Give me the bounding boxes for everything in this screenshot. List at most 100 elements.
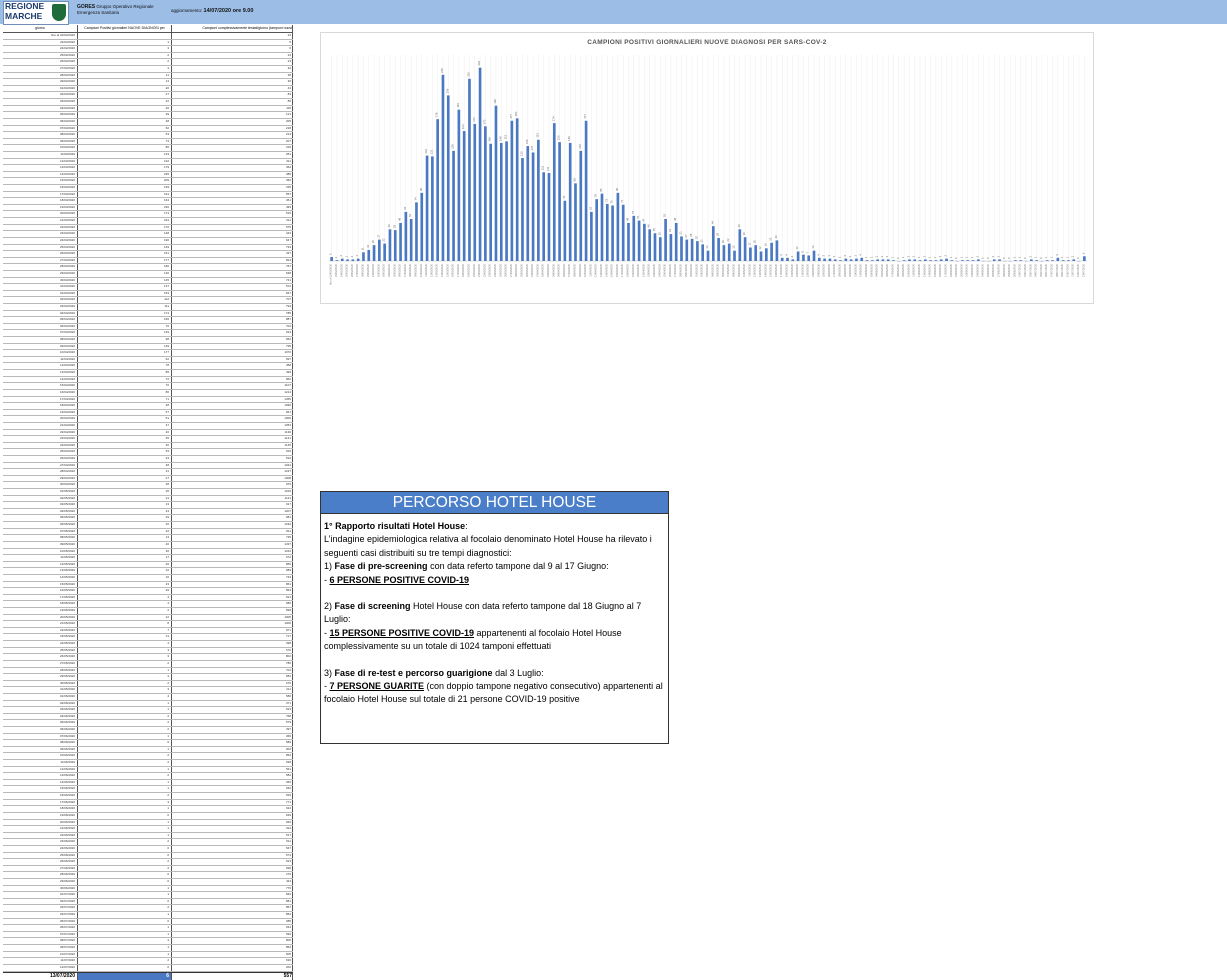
- cell-day: 16/05/2020: [3, 588, 77, 593]
- cell-tests: 584: [172, 674, 291, 679]
- data-label: 0: [981, 257, 985, 259]
- data-label: 27: [684, 234, 688, 238]
- table-row: 20/05/2020121005: [3, 615, 293, 622]
- bar: [405, 212, 408, 261]
- cell-day: 15/03/2020: [3, 178, 77, 183]
- cell-positives: 1: [78, 952, 171, 957]
- bar: [431, 156, 434, 261]
- cell-positives: 0: [78, 899, 171, 904]
- table-row: 09/03/202074207: [3, 139, 293, 146]
- cell-positives: 4: [78, 601, 171, 606]
- cell-day: 13/06/2020: [3, 773, 77, 778]
- data-label: 0: [1007, 257, 1011, 259]
- table-row: 28/05/20201702: [3, 668, 293, 675]
- data-label: 2: [922, 255, 926, 257]
- cell-positives: 179: [78, 165, 171, 170]
- table-row: 25/02/2020224: [3, 53, 293, 60]
- bar: [1046, 260, 1049, 261]
- table-row: 07/04/2020149913: [3, 330, 293, 337]
- table-row: 04/05/2020441207: [3, 509, 293, 516]
- update-info: aggiornamento: 14/07/2020 ore 9.00: [171, 8, 253, 14]
- data-label: 48: [625, 217, 629, 221]
- cell-positives: 3: [78, 46, 171, 51]
- data-label: 30: [657, 232, 661, 236]
- cell-tests: 38: [172, 73, 291, 78]
- cell-tests: 800: [172, 938, 291, 943]
- cell-positives: 2: [78, 727, 171, 732]
- table-row: 02/06/20201371: [3, 701, 293, 708]
- cell-tests: 1044: [172, 463, 291, 468]
- cell-day: 04/07/2020: [3, 912, 77, 917]
- cell-day: 23/02/2020: [3, 40, 77, 45]
- cell-tests: 85: [172, 99, 291, 104]
- bar: [426, 156, 429, 261]
- table-row: 14/04/202072862: [3, 377, 293, 384]
- phase-1-desc: con data referto tampone dal 9 al 17 Giu…: [428, 561, 609, 571]
- tick-label: 09/06/2020: [901, 263, 905, 277]
- cell-positives: 25: [78, 489, 171, 494]
- cell-tests: 871: [172, 628, 291, 633]
- cell-positives: 48: [78, 463, 171, 468]
- data-label: 78: [594, 194, 598, 198]
- table-row: fino al 22/02/202024: [3, 33, 293, 40]
- bar: [680, 236, 683, 261]
- cell-positives: 1: [78, 932, 171, 937]
- cell-day: 14/04/2020: [3, 377, 77, 382]
- bar: [542, 172, 545, 261]
- cell-tests: 276: [172, 872, 291, 877]
- table-row: 24/03/2020196647: [3, 238, 293, 245]
- data-label: 149: [498, 136, 502, 141]
- cell-positives: 71: [78, 397, 171, 402]
- cell-tests: 707: [172, 297, 291, 302]
- tick-label: 23/02/2020: [334, 263, 338, 277]
- cell-tests: 696: [172, 866, 291, 871]
- tick-label: 05/04/2020: [557, 263, 561, 277]
- table-row: 08/05/202013735: [3, 535, 293, 542]
- tick-label: 08/03/2020: [408, 263, 412, 277]
- cell-day: 24/03/2020: [3, 238, 77, 243]
- table-row: 20/06/20201666: [3, 820, 293, 827]
- cell-positives: 2: [78, 958, 171, 963]
- data-label: 34: [668, 229, 672, 233]
- cell-tests: 582: [172, 773, 291, 778]
- bar: [415, 202, 418, 261]
- cell-positives: 196: [78, 238, 171, 243]
- table-row: 22/06/20201517: [3, 833, 293, 840]
- cell-day: 20/06/2020: [3, 820, 77, 825]
- cell-tests: 785: [172, 311, 291, 316]
- cell-tests: 794: [172, 304, 291, 309]
- cell-positives: 1: [78, 945, 171, 950]
- tick-label: 25/05/2020: [822, 263, 826, 277]
- data-label: 86: [419, 187, 423, 191]
- cell-day: 05/04/2020: [3, 317, 77, 322]
- table-row: 06/07/20201544: [3, 925, 293, 932]
- cell-day: 27/06/2020: [3, 866, 77, 871]
- cell-tests: 561: [172, 767, 291, 772]
- data-label: 57: [631, 210, 635, 214]
- bar: [797, 251, 800, 261]
- cell-day: 06/03/2020: [3, 119, 77, 124]
- data-label: 76: [562, 195, 566, 199]
- cell-tests: 515: [172, 211, 291, 216]
- tick-label: 04/03/2020: [387, 263, 391, 277]
- data-label: 72: [604, 198, 608, 202]
- cell-day: 06/05/2020: [3, 522, 77, 527]
- bar: [447, 95, 450, 261]
- data-label: 22: [382, 238, 386, 242]
- table-row: 25/05/20203576: [3, 648, 293, 655]
- cell-positives: 1: [78, 780, 171, 785]
- data-label: 177: [509, 114, 513, 119]
- data-label: 17: [747, 242, 751, 246]
- table-row: 30/05/20202670: [3, 681, 293, 688]
- tick-label: 26/06/2020: [991, 263, 995, 277]
- cell-positives: 13: [78, 535, 171, 540]
- cell-positives: 2: [78, 661, 171, 666]
- cell-positives: 112: [78, 297, 171, 302]
- table-row: 30/03/2020145741: [3, 278, 293, 285]
- cell-positives: 13: [78, 502, 171, 507]
- cell-tests: 557: [172, 192, 291, 197]
- cell-tests: 32: [172, 66, 291, 71]
- cell-day: 26/04/2020: [3, 456, 77, 461]
- table-row: 25/06/20200574: [3, 853, 293, 860]
- table-row: 05/07/20200385: [3, 919, 293, 926]
